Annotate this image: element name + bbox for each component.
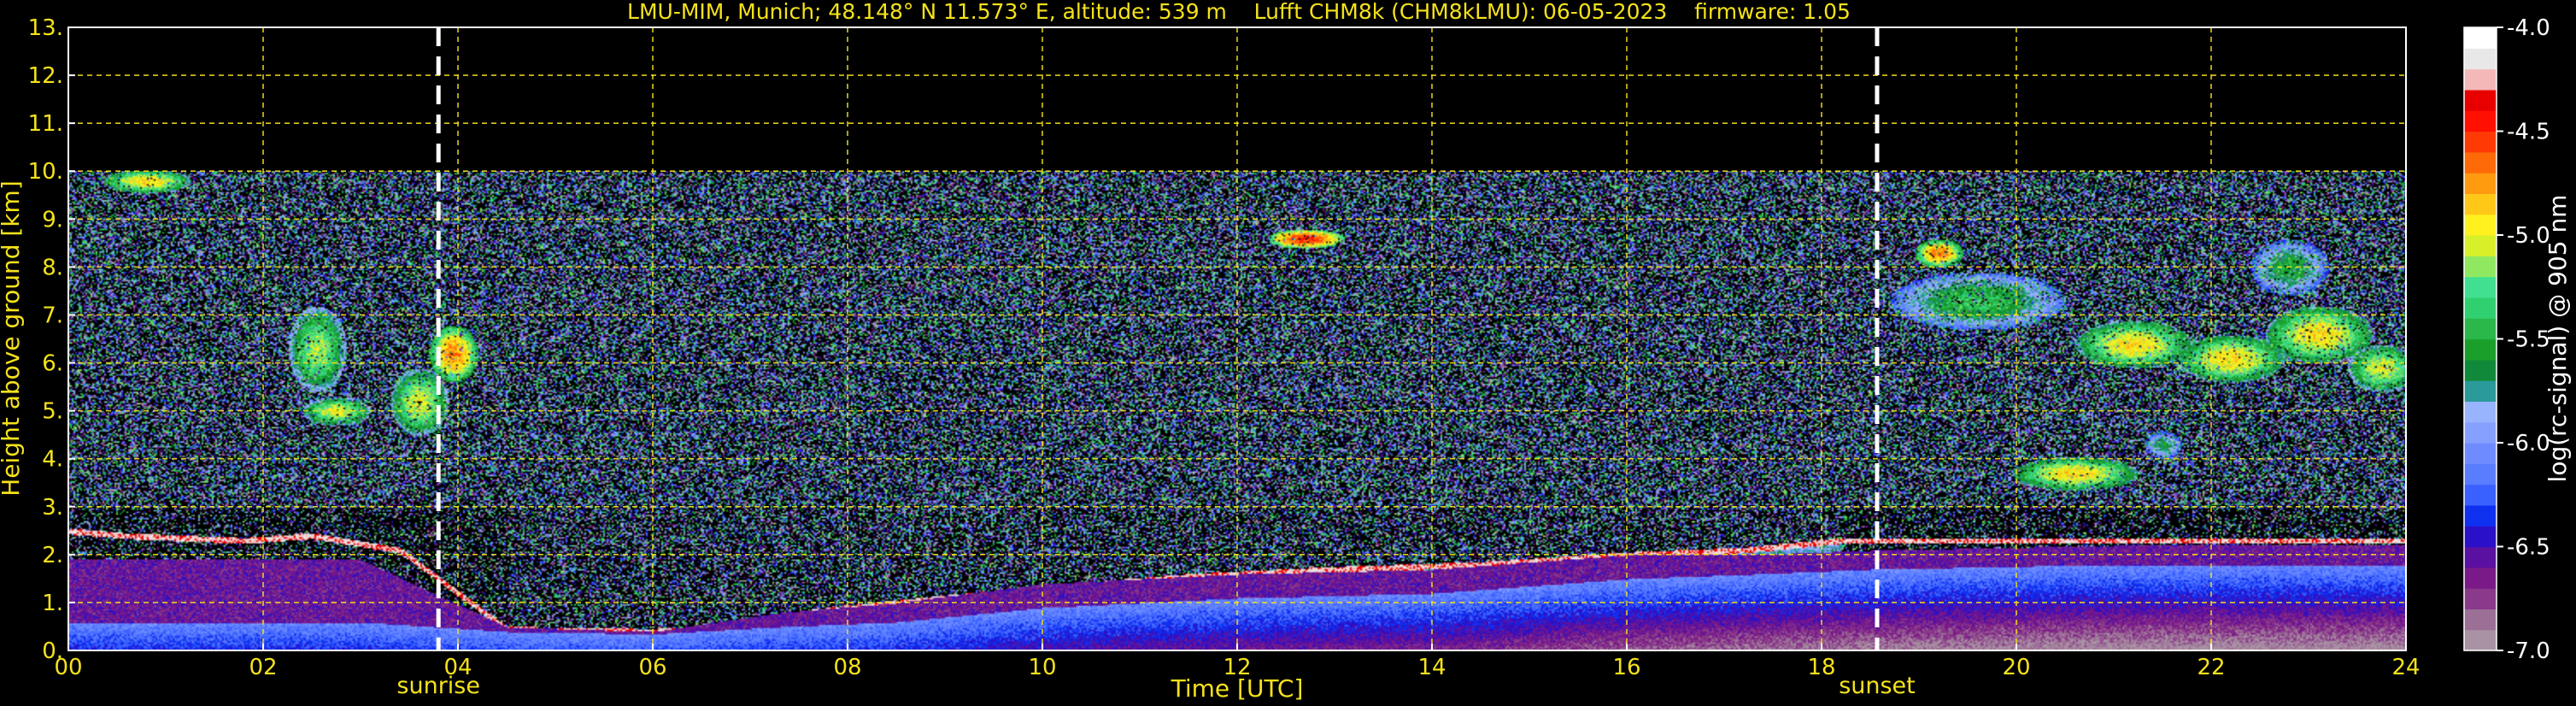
colorbar-swatch [2464,526,2497,548]
colorbar-tick-label: -4.5 [2507,120,2550,145]
colorbar-swatch [2464,421,2497,444]
y-tick-label: 2. [42,543,63,568]
x-tick-label: 16 [1612,655,1640,680]
chart-title: LMU-MIM, Munich; 48.148° N 11.573° E, al… [627,0,1851,24]
colorbar-label: log(rc-signal) @ 905 nm [2544,195,2572,483]
colorbar-swatch [2464,256,2497,278]
x-tick-label: 10 [1028,655,1056,680]
colorbar-swatch [2464,401,2497,423]
colorbar-swatch [2464,443,2497,464]
colorbar-swatch [2464,131,2497,153]
x-tick-label: 08 [833,655,861,680]
y-tick-label: 10. [28,159,63,185]
y-tick-label: 7. [42,303,63,328]
y-tick-label: 3. [42,495,63,521]
colorbar-swatch [2464,276,2497,298]
colorbar-swatch [2464,48,2497,70]
y-tick-label: 0. [42,638,63,664]
x-tick-label: 14 [1417,655,1446,680]
x-tick-label: 06 [638,655,666,680]
y-tick-label: 11. [28,111,63,137]
y-tick-label: 6. [42,351,63,377]
colorbar-swatch [2464,193,2497,215]
colorbar-swatch [2464,173,2497,194]
colorbar-swatch [2464,68,2497,91]
y-tick-label: 5. [42,399,63,425]
y-tick-label: 9. [42,207,63,232]
colorbar-swatch [2464,380,2497,402]
colorbar-swatch [2464,546,2497,568]
colorbar-swatch [2464,89,2497,111]
y-tick-label: 13. [28,15,63,41]
colorbar-swatch [2464,214,2497,236]
x-tick-label: 24 [2391,655,2420,680]
y-tick-label: 1. [42,591,63,616]
colorbar-swatch [2464,629,2497,651]
y-tick-label: 12. [28,63,63,89]
colorbar-swatch [2464,110,2497,132]
colorbar-swatch [2464,609,2497,631]
x-tick-label: 18 [1807,655,1835,680]
colorbar-tick-label: -4.0 [2507,15,2550,41]
colorbar-swatch [2464,318,2497,340]
colorbar-swatch [2464,567,2497,589]
colorbar-swatch [2464,151,2497,174]
y-axis-label: Height above ground [km] [0,180,25,497]
x-axis-label: Time [UTC] [1171,674,1304,703]
x-tick-label: 22 [2197,655,2225,680]
y-tick-label: 8. [42,255,63,280]
colorbar-swatch [2464,359,2497,381]
x-tick-label: 02 [249,655,277,680]
colorbar-swatch [2464,27,2497,49]
ceilometer-chart: LMU-MIM, Munich; 48.148° N 11.573° E, al… [0,0,2576,706]
colorbar-swatch [2464,338,2497,361]
colorbar-tick-label: -6.5 [2507,535,2550,561]
y-tick-label: 4. [42,447,63,473]
colorbar-swatch [2464,297,2497,319]
event-label: sunset [1839,673,1916,699]
colorbar-swatch [2464,484,2497,506]
x-tick-label: 20 [2002,655,2030,680]
colorbar-swatch [2464,235,2497,256]
colorbar-tick-label: -7.0 [2507,638,2550,664]
colorbar-swatch [2464,504,2497,527]
colorbar-swatch [2464,463,2497,485]
x-tick-label: 04 [443,655,472,680]
colorbar-swatch [2464,588,2497,609]
